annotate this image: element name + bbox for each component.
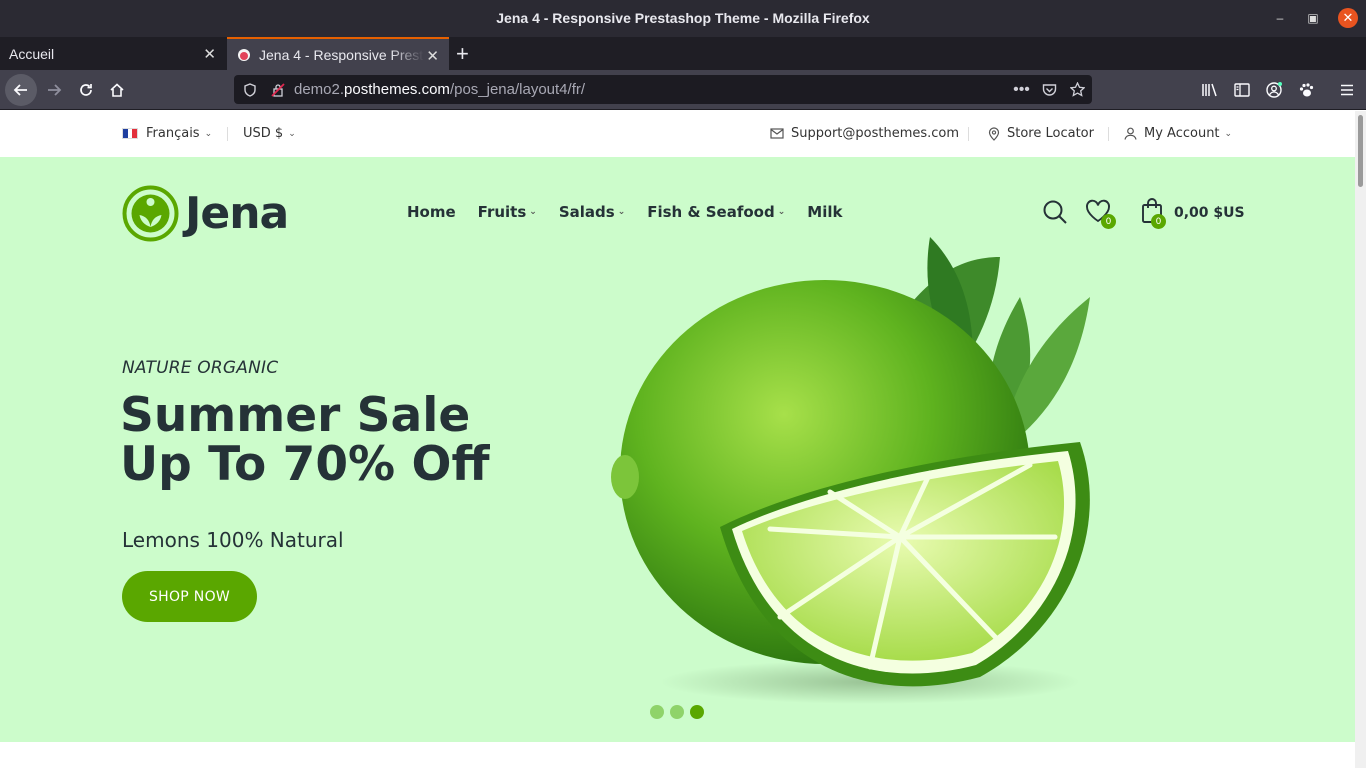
store-locator-link[interactable]: Store Locator [988,126,1094,141]
shop-now-button[interactable]: SHOP NOW [122,571,257,622]
insecure-lock-icon[interactable] [269,81,286,98]
menu-item-home[interactable]: Home [407,203,456,221]
tab-jena[interactable]: Jena 4 - Responsive Prestashop Theme ✕ [227,37,449,70]
hamburger-menu-icon[interactable] [1337,80,1357,100]
arrow-left-icon [13,84,27,96]
home-icon [110,83,124,97]
currency-label: USD $ [243,126,284,141]
extension-icon[interactable] [1296,80,1316,100]
map-pin-icon [988,126,1000,141]
chevron-down-icon: ⌄ [529,207,537,217]
wishlist-button[interactable]: 0 [1085,199,1116,229]
chevron-down-icon: ⌄ [617,207,626,217]
chevron-down-icon: ⌄ [204,128,213,139]
arrow-right-icon [48,84,62,96]
support-email: Support@posthemes.com [791,126,960,141]
french-flag-icon [122,128,138,139]
url-text[interactable]: demo2.posthemes.com/pos_jena/layout4/fr/ [294,81,585,98]
hero-headline-line1: Summer Sale [120,388,471,443]
new-tab-button[interactable]: + [456,41,469,67]
divider [1108,127,1109,141]
my-account-menu[interactable]: My Account ⌄ [1124,126,1232,141]
divider [227,127,228,141]
account-icon[interactable] [1264,80,1284,100]
menu-label: Fish & Seafood [647,203,775,221]
site-logo[interactable]: Jena [122,185,289,242]
close-tab-icon[interactable]: ✕ [203,45,216,63]
url-path: /pos_jena/layout4/fr/ [449,81,586,98]
leaf-logo-icon [122,185,179,242]
favicon-icon [238,48,250,61]
pocket-icon[interactable] [1041,81,1058,98]
page-actions-icon[interactable]: ••• [1013,81,1030,98]
bookmark-star-icon[interactable] [1069,81,1086,98]
back-button[interactable] [5,74,37,106]
sidebar-icon[interactable] [1232,80,1252,100]
hero-slider: Jena Home Fruits ⌄ Salads ⌄ Fish & Seafood… [0,157,1355,742]
tab-accueil[interactable]: Accueil ✕ [0,37,226,70]
hero-subtitle: NATURE ORGANIC [122,358,279,378]
url-bar[interactable]: demo2.posthemes.com/pos_jena/layout4/fr/… [234,75,1092,104]
library-icon[interactable] [1200,80,1220,100]
hero-headline-line2: Up To 70% Off [120,437,490,492]
slider-dot-2[interactable] [670,705,684,719]
tab-strip: Accueil ✕ Jena 4 - Responsive Prestashop… [0,37,1366,70]
currency-selector[interactable]: USD $ ⌄ [243,126,296,141]
maximize-button[interactable]: ▣ [1303,8,1323,28]
chevron-down-icon: ⌄ [1224,128,1233,139]
menu-item-fish-seafood[interactable]: Fish & Seafood ⌄ [647,203,785,221]
forward-button[interactable] [40,76,68,104]
cart-button[interactable]: 0 [1141,198,1166,229]
close-tab-icon[interactable]: ✕ [426,47,439,65]
menu-label: Milk [807,203,843,221]
page-scrollbar[interactable] [1355,111,1366,768]
language-label: Français [146,126,200,141]
tab-label: Jena 4 - Responsive Prestashop Theme [259,46,424,63]
menu-item-milk[interactable]: Milk [807,203,842,221]
url-domain: posthemes.com [344,81,450,98]
main-menu: Home Fruits ⌄ Salads ⌄ Fish & Seafood ⌄ Mil… [407,203,864,221]
menu-label: Salads [558,203,615,221]
reload-icon [80,84,92,96]
navigation-toolbar: demo2.posthemes.com/pos_jena/layout4/fr/… [0,70,1366,110]
language-selector[interactable]: Français ⌄ [122,126,212,141]
chevron-down-icon: ⌄ [288,128,296,139]
cart-total[interactable]: 0,00 $US [1174,205,1245,221]
slider-dot-3[interactable] [690,705,704,719]
lime-image [611,237,1090,704]
envelope-icon [770,128,784,139]
minimize-button[interactable]: – [1270,8,1290,28]
logo-text: Jena [185,188,289,239]
menu-label: Fruits [477,203,527,221]
slider-dot-1[interactable] [650,705,664,719]
tab-label: Accueil [9,45,55,62]
user-icon [1124,127,1137,140]
chevron-down-icon: ⌄ [777,207,786,217]
top-bar: Français ⌄ USD $ ⌄ Support@posthemes.com… [0,111,1355,157]
divider [968,127,969,141]
hero-headline: Summer Sale Up To 70% Off [120,391,490,489]
close-window-button[interactable]: ✕ [1338,8,1358,28]
slider-pagination [650,705,710,719]
url-prefix: demo2. [294,81,345,98]
window-titlebar: Jena 4 - Responsive Prestashop Theme - M… [0,0,1366,37]
store-locator-label: Store Locator [1007,126,1094,141]
cart-count-badge: 0 [1151,214,1166,229]
hero-lead-text: Lemons 100% Natural [122,528,344,552]
menu-label: Home [407,203,456,221]
search-button[interactable] [1042,199,1068,229]
support-email-link[interactable]: Support@posthemes.com [770,126,959,141]
menu-item-fruits[interactable]: Fruits ⌄ [478,203,537,221]
menu-item-salads[interactable]: Salads ⌄ [559,203,625,221]
my-account-label: My Account [1144,126,1220,141]
wishlist-count-badge: 0 [1101,214,1116,229]
reload-button[interactable] [72,76,100,104]
home-button[interactable] [103,76,131,104]
window-title: Jena 4 - Responsive Prestashop Theme - M… [496,10,870,26]
shield-icon[interactable] [241,81,258,98]
scrollbar-thumb[interactable] [1358,115,1363,187]
web-page: Français ⌄ USD $ ⌄ Support@posthemes.com… [0,111,1355,768]
search-icon [1043,200,1067,224]
